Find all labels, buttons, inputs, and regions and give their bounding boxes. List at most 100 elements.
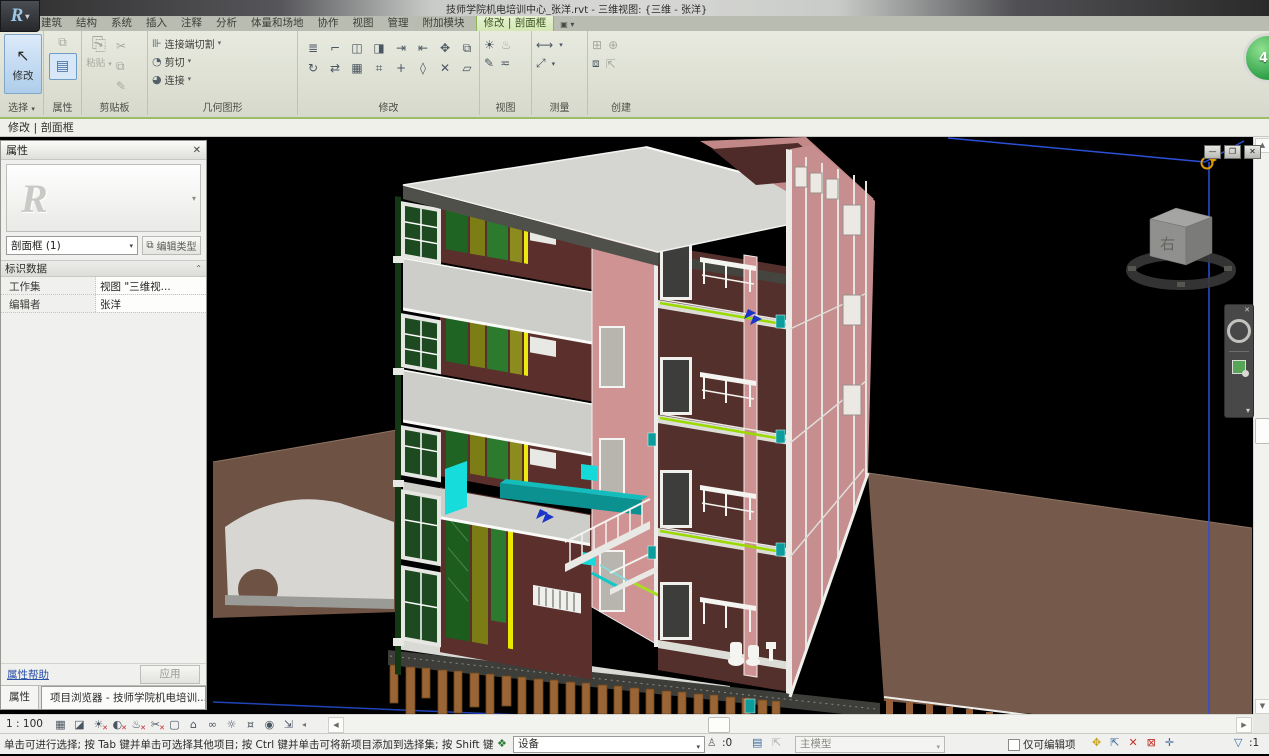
modify-tool-icon[interactable]: ⇤ xyxy=(412,38,434,58)
view-restore-button[interactable]: ❐ xyxy=(1224,145,1241,159)
terrain-right[interactable] xyxy=(868,473,1252,733)
horizontal-scrollbar-thumb[interactable] xyxy=(708,717,730,733)
reveal-hidden-elements-icon[interactable]: ☼ xyxy=(223,718,240,731)
modify-tool-icon[interactable]: ⧉ xyxy=(456,38,478,58)
modify-tool-icon[interactable]: ⌐ xyxy=(324,38,346,58)
unlocked-3d-view-icon[interactable]: ⌂ xyxy=(185,718,202,731)
tab-properties[interactable]: 属性 xyxy=(1,686,39,709)
panel-label-select[interactable]: 选择 xyxy=(8,103,28,114)
preview-dropdown-icon[interactable]: ▾ xyxy=(192,194,196,203)
temporary-view-properties-icon[interactable]: ◉ xyxy=(261,718,278,731)
ribbon-tab[interactable]: 注释 xyxy=(174,14,209,31)
vertical-scrollbar[interactable]: ▲ ▼ xyxy=(1253,137,1269,714)
properties-palette-toggle-button[interactable]: ▤ xyxy=(49,53,77,80)
ribbon-tab[interactable]: 分析 xyxy=(209,14,244,31)
press-drag-icon[interactable]: ✥ xyxy=(1092,736,1101,749)
right-facade[interactable] xyxy=(786,145,875,697)
ribbon-tab[interactable]: 插入 xyxy=(139,14,174,31)
scroll-down-icon[interactable]: ▼ xyxy=(1255,699,1269,714)
navbar-close-icon[interactable]: ✕ xyxy=(1241,305,1253,315)
exclude-options-icon[interactable]: ⊠ xyxy=(1147,736,1156,749)
properties-help-link[interactable]: 属性帮助 xyxy=(7,667,49,682)
modify-tool-icon[interactable]: ↻ xyxy=(302,58,324,78)
measure-tool-icon[interactable]: ⟷ xyxy=(536,38,553,52)
ribbon-tab[interactable]: 结构 xyxy=(69,14,104,31)
scroll-right-icon[interactable]: ▶ xyxy=(1236,717,1252,733)
editable-only-control[interactable]: 仅可编辑项 xyxy=(1008,737,1076,752)
view-minimize-button[interactable]: — xyxy=(1204,145,1221,159)
select-links-icon[interactable]: ⇱ xyxy=(1110,736,1119,749)
clipboard-tool-icon[interactable]: ✂ xyxy=(116,38,126,54)
linework-icon[interactable]: ✎ xyxy=(484,56,494,70)
modify-tool-icon[interactable]: ✕ xyxy=(434,58,456,78)
create-parts-icon[interactable]: ⇱ xyxy=(606,57,616,71)
active-workset-select[interactable]: 设备▾ xyxy=(513,736,705,753)
modify-tool-icon[interactable]: ⇥ xyxy=(390,38,412,58)
create-group-icon[interactable]: ⊞ xyxy=(592,38,602,52)
filter-icon[interactable]: ▽ xyxy=(1234,736,1242,749)
create-assembly-icon[interactable]: ⧈ xyxy=(592,56,600,71)
application-menu-button[interactable]: R▾ xyxy=(0,0,40,32)
create-similar-icon[interactable]: ⊕ xyxy=(608,38,618,52)
vertical-scrollbar-thumb[interactable] xyxy=(1255,418,1269,444)
type-properties-icon[interactable]: ⧉ xyxy=(58,34,67,50)
view-close-button[interactable]: ✕ xyxy=(1244,145,1261,159)
show-rendering-dialog-icon[interactable]: ♨✕ xyxy=(128,718,145,731)
modify-tool-icon[interactable]: ⇄ xyxy=(324,58,346,78)
worksharing-display-icon[interactable]: ¤ xyxy=(242,718,259,731)
crop-view-icon[interactable]: ✂✕ xyxy=(147,718,164,731)
viewcube-face-label[interactable]: 右 xyxy=(1160,235,1175,253)
paste-button[interactable]: ⎘ 粘贴 ▾ xyxy=(86,34,112,94)
horizontal-scrollbar[interactable]: ◀ ▶ xyxy=(327,714,1253,734)
editable-only-checkbox[interactable] xyxy=(1008,739,1020,751)
ribbon-tab[interactable]: 视图 xyxy=(346,14,381,31)
ribbon-tab[interactable]: 管理 xyxy=(381,14,416,31)
dimension-tool-icon[interactable]: ⤢ xyxy=(536,56,546,71)
modify-tool-icon[interactable]: ▦ xyxy=(346,58,368,78)
modify-tool-button[interactable]: ↖ 修改 xyxy=(4,34,42,94)
view-scale-button[interactable]: 1 : 100 xyxy=(6,718,43,730)
design-option-select[interactable]: 主模型▾ xyxy=(795,736,945,753)
clipboard-tool-icon[interactable]: ⧉ xyxy=(116,58,126,74)
type-selector[interactable]: 剖面框 (1)▾ xyxy=(6,236,138,255)
geometry-tool-button[interactable]: ⊪ 连接端切割▾ xyxy=(152,34,293,52)
temporary-hide-isolate-icon[interactable]: ∞ xyxy=(204,718,221,731)
tab-project-browser[interactable]: 项目浏览器 - 技师学院机电培训... xyxy=(41,686,206,709)
modify-tool-icon[interactable]: ≣ xyxy=(302,38,324,58)
property-row[interactable]: 工作集 视图 "三维视... xyxy=(1,277,206,295)
clipboard-tool-icon[interactable]: ✎ xyxy=(116,78,126,94)
scroll-left-icon[interactable]: ◀ xyxy=(328,717,344,733)
render-icon[interactable]: ♨ xyxy=(501,38,512,52)
ribbon-tab[interactable]: 协作 xyxy=(311,14,346,31)
modify-tool-icon[interactable]: ◨ xyxy=(368,38,390,58)
modify-tool-icon[interactable]: + xyxy=(390,58,412,78)
ribbon-display-toggle-icon[interactable]: ▣ ▾ xyxy=(560,20,574,31)
underlay-icon[interactable]: ≂ xyxy=(500,56,510,70)
viewcube[interactable]: 右 xyxy=(1128,208,1232,287)
show-crop-region-icon[interactable]: ▢ xyxy=(166,718,183,731)
ribbon-tab[interactable]: 体量和场地 xyxy=(244,14,311,31)
shadows-icon[interactable]: ◐✕ xyxy=(109,718,126,731)
modify-tool-icon[interactable]: ⌗ xyxy=(368,58,390,78)
ribbon-tab[interactable]: 系统 xyxy=(104,14,139,31)
modify-tool-icon[interactable]: ▱ xyxy=(456,58,478,78)
property-value[interactable]: 张洋 xyxy=(96,295,206,312)
edit-type-button[interactable]: ⧉ 编辑类型 xyxy=(142,236,201,255)
displaced-elements-icon[interactable]: ⇲ xyxy=(280,718,297,731)
modify-tool-icon[interactable]: ◊ xyxy=(412,58,434,78)
deselect-icon[interactable]: ✕ xyxy=(1128,736,1137,749)
properties-close-icon[interactable]: ✕ xyxy=(193,145,201,156)
detail-level-icon[interactable]: ▦ xyxy=(52,718,69,731)
identity-data-header[interactable]: 标识数据⌃ xyxy=(1,260,206,277)
ribbon-tab[interactable]: 附加模块 xyxy=(416,14,472,31)
drag-elements-icon[interactable]: ✛ xyxy=(1165,736,1174,749)
sun-path-icon[interactable]: ☀✕ xyxy=(90,718,107,731)
steering-wheel-icon[interactable] xyxy=(1227,319,1251,343)
property-value[interactable]: 视图 "三维视... xyxy=(96,277,206,294)
modify-tool-icon[interactable]: ◫ xyxy=(346,38,368,58)
navbar-options-icon[interactable]: ▾ xyxy=(1243,406,1253,417)
toggle-reveal-icon[interactable]: ☀ xyxy=(484,38,495,52)
property-row[interactable]: 编辑者 张洋 xyxy=(1,295,206,313)
section-box-rotate-handle[interactable] xyxy=(1202,158,1213,169)
editing-requests-icon[interactable]: ▤ xyxy=(752,736,762,749)
